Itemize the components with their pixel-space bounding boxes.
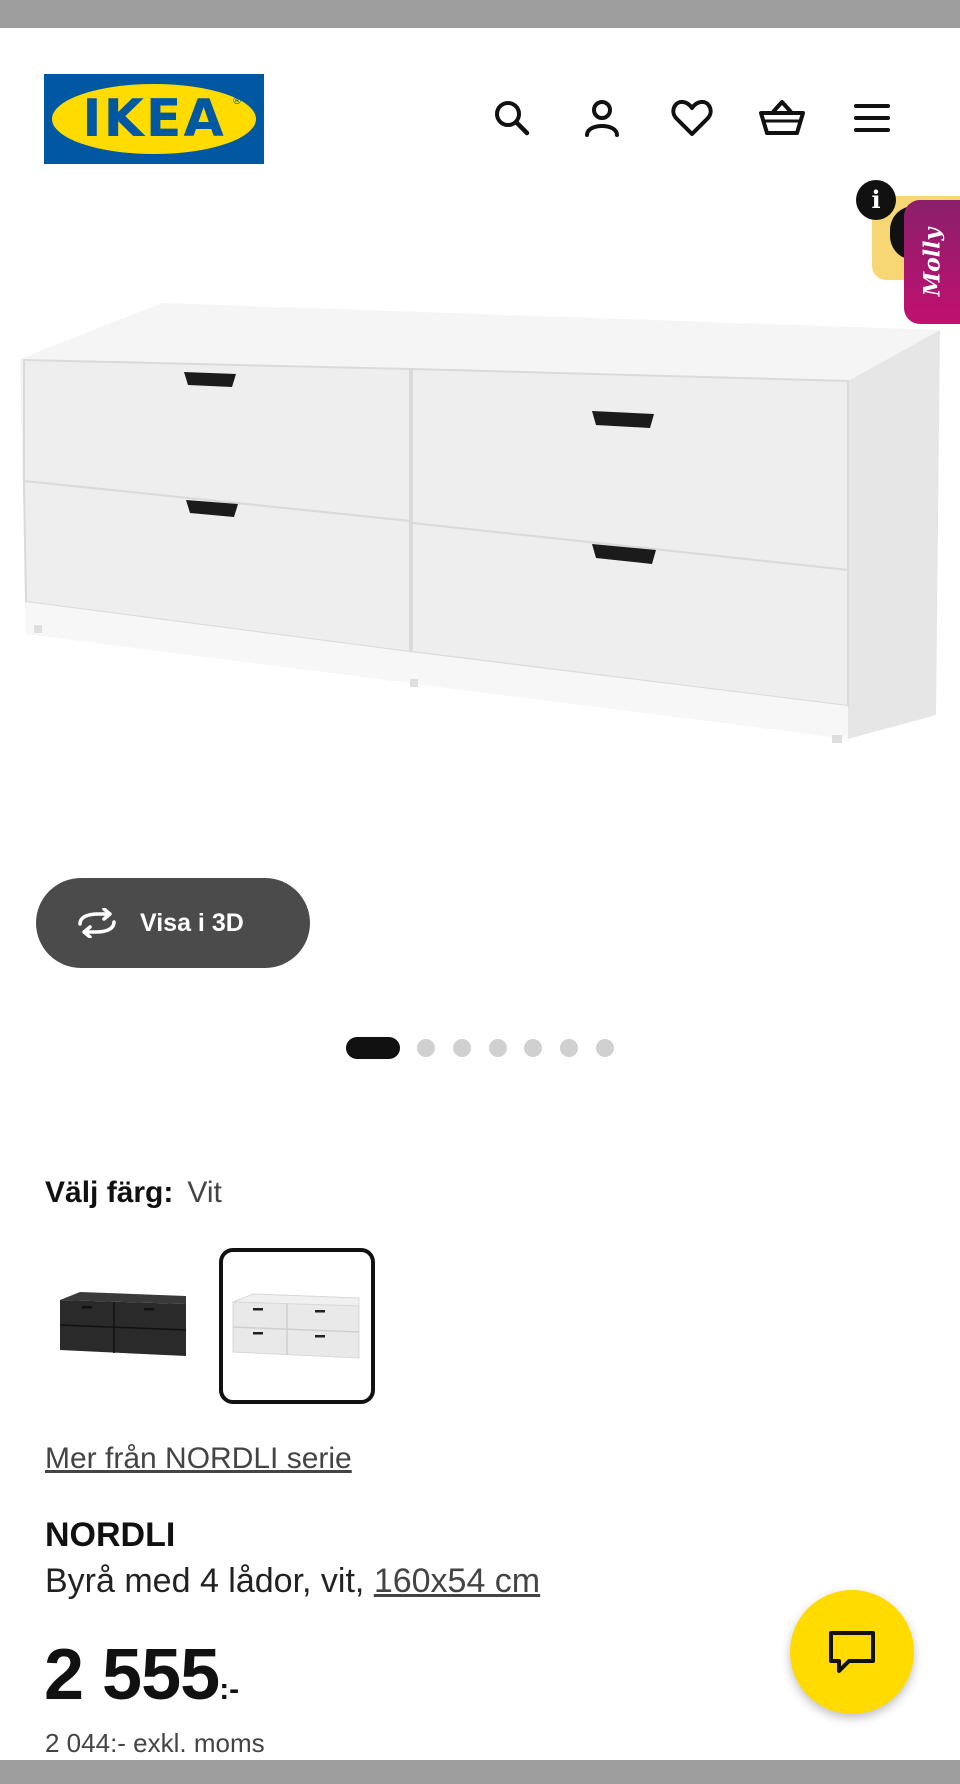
price-main: 2 555 xyxy=(44,1635,220,1715)
carousel-dot[interactable] xyxy=(489,1039,507,1057)
product-name: NORDLI xyxy=(45,1516,176,1554)
account-icon xyxy=(585,100,619,137)
carousel-dot[interactable] xyxy=(453,1039,471,1057)
product-description: Byrå med 4 lådor, vit, 160x54 cm xyxy=(45,1562,540,1601)
menu-button[interactable] xyxy=(844,90,900,146)
product-image[interactable] xyxy=(0,290,960,750)
rotate-arrows-icon xyxy=(78,908,116,938)
carousel-dot[interactable] xyxy=(560,1039,578,1057)
product-description-text: Byrå med 4 lådor, vit, xyxy=(45,1562,374,1600)
search-button[interactable] xyxy=(484,90,540,146)
account-button[interactable] xyxy=(574,90,630,146)
heart-icon xyxy=(671,99,713,136)
chat-button[interactable] xyxy=(790,1590,914,1714)
view-in-3d-button[interactable]: Visa i 3D xyxy=(36,878,310,968)
color-swatch-black[interactable] xyxy=(48,1252,198,1402)
carousel-dot[interactable] xyxy=(596,1039,614,1057)
color-value: Vit xyxy=(187,1176,222,1209)
carousel-pagination xyxy=(0,1036,960,1060)
menu-icon xyxy=(854,104,890,132)
white-dresser-thumbnail xyxy=(232,1293,360,1359)
series-link[interactable]: Mer från NORDLI serie xyxy=(45,1442,352,1476)
size-link[interactable]: 160x54 cm xyxy=(374,1562,540,1600)
price-suffix: :- xyxy=(219,1673,240,1706)
color-swatch-white[interactable] xyxy=(219,1248,375,1404)
color-label: Välj färg: xyxy=(45,1176,174,1209)
molly-tab-label: Molly xyxy=(919,227,945,297)
favorites-button[interactable] xyxy=(664,90,720,146)
black-dresser-thumbnail xyxy=(59,1292,187,1356)
status-bar xyxy=(0,0,960,28)
price: 2 555:- xyxy=(44,1634,239,1716)
carousel-dot[interactable] xyxy=(417,1039,435,1057)
price-excluding-vat: 2 044:- exkl. moms xyxy=(45,1728,265,1758)
carousel-dot-active[interactable] xyxy=(346,1037,400,1059)
color-selector-label: Välj färg: Vit xyxy=(45,1176,222,1210)
bottom-system-bar xyxy=(0,1760,960,1784)
molly-tab[interactable]: Molly xyxy=(904,200,960,324)
view-in-3d-label: Visa i 3D xyxy=(140,908,244,937)
carousel-dot[interactable] xyxy=(524,1039,542,1057)
site-header: IKEA ® xyxy=(0,28,960,178)
basket-icon xyxy=(759,100,805,135)
logo-registered-mark: ® xyxy=(232,96,242,107)
info-icon[interactable]: i xyxy=(856,180,896,220)
search-icon xyxy=(495,101,530,136)
logo-text: IKEA xyxy=(82,89,226,149)
basket-button[interactable] xyxy=(754,90,810,146)
chat-bubble-icon xyxy=(829,1631,875,1673)
ikea-logo[interactable]: IKEA ® xyxy=(44,74,264,164)
